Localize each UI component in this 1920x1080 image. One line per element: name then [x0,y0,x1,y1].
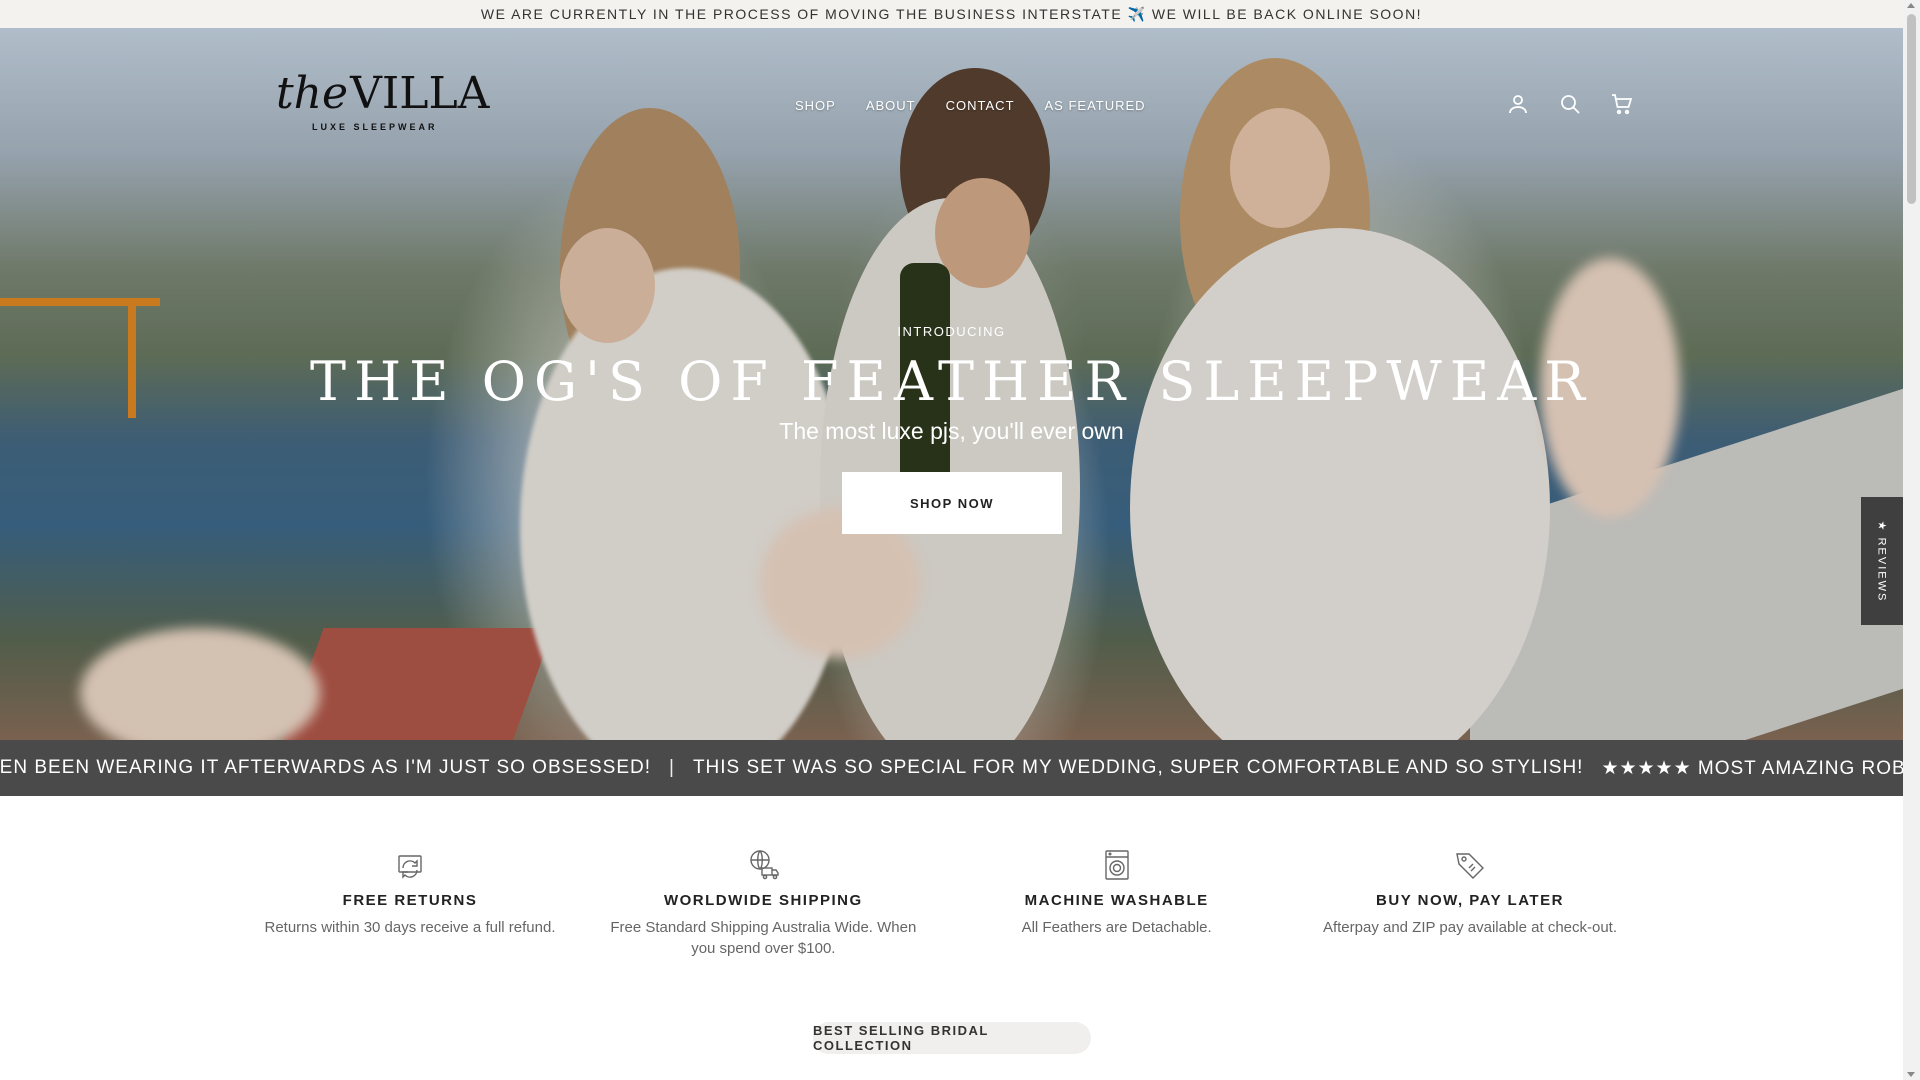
scrollbar-thumb[interactable] [1907,14,1916,204]
returns-icon [393,848,427,882]
cart-icon[interactable] [1610,92,1634,116]
scroll-down-icon[interactable] [1907,1072,1915,1077]
reviews-ticker: VEN BEEN WEARING IT AFTERWARDS AS I'M JU… [0,740,1903,796]
feature-title: WORLDWIDE SHIPPING [663,892,863,909]
main-nav: SHOP ABOUT CONTACT AS FEATURED [795,98,1146,113]
scroll-up-icon[interactable] [1907,3,1915,8]
announcement-bar: WE ARE CURRENTLY IN THE PROCESS OF MOVIN… [0,0,1903,28]
nav-contact[interactable]: CONTACT [946,98,1015,113]
features-row: FREE RETURNS Returns within 30 days rece… [250,848,1630,959]
header-icons [1506,92,1634,116]
account-icon[interactable] [1506,92,1530,116]
feature-title: FREE RETURNS [342,892,478,909]
feature-title: MACHINE WASHABLE [1024,892,1209,909]
ticker-track: VEN BEEN WEARING IT AFTERWARDS AS I'M JU… [0,757,1903,780]
announcement-text: WE ARE CURRENTLY IN THE PROCESS OF MOVIN… [480,5,1423,22]
feature-desc: All Feathers are Detachable. [1021,919,1212,936]
nav-about[interactable]: ABOUT [866,98,916,113]
best-selling-bridal-collection-tab[interactable]: BEST SELLING BRIDAL COLLECTION [813,1022,1091,1054]
price-tag-icon [1453,848,1487,882]
nav-as-featured[interactable]: AS FEATURED [1045,98,1146,113]
hero-banner: theVILLA LUXE SLEEPWEAR SHOP ABOUT CONTA… [0,28,1903,740]
page-scrollbar[interactable] [1903,0,1920,1080]
hero-headline: THE OG'S OF FEATHER SLEEPWEAR [310,350,1593,413]
reviews-tab-label: ★ REVIEWS [1875,520,1888,602]
logo-tagline: LUXE SLEEPWEAR [312,122,438,132]
feature-free-returns: FREE RETURNS Returns within 30 days rece… [250,848,570,959]
search-icon[interactable] [1558,92,1582,116]
feature-buy-now-pay-later: BUY NOW, PAY LATER Afterpay and ZIP pay … [1310,848,1630,959]
ticker-item: THIS SET WAS SO SPECIAL FOR MY WEDDING, … [692,756,1584,778]
logo-wordmark: theVILLA [276,72,489,116]
nav-shop[interactable]: SHOP [795,98,836,113]
washing-machine-icon [1100,848,1134,882]
site-logo[interactable]: theVILLA LUXE SLEEPWEAR [276,72,489,138]
reviews-tab[interactable]: ★ REVIEWS [1861,497,1903,625]
feature-worldwide-shipping: WORLDWIDE SHIPPING Free Standard Shippin… [603,848,923,959]
ticker-item: ★★★★★ MOST AMAZING ROBE I HAVE EVE [1601,757,1903,779]
feature-desc: Returns within 30 days receive a full re… [264,919,556,936]
hero-subhead: The most luxe pjs, you'll ever own [779,418,1124,444]
feature-desc: Afterpay and ZIP pay available at check-… [1322,919,1618,936]
ticker-item: VEN BEEN WEARING IT AFTERWARDS AS I'M JU… [0,756,651,778]
feature-machine-washable: MACHINE WASHABLE All Feathers are Detach… [957,848,1277,959]
hero-intro: INTRODUCING [897,324,1006,339]
feature-title: BUY NOW, PAY LATER [1376,892,1564,909]
ticker-separator: | [669,756,675,778]
shipping-truck-icon [746,848,780,882]
logo-main: VILLA [350,68,490,119]
feature-desc: Free Standard Shipping Australia Wide. W… [610,919,917,957]
shop-now-button[interactable]: SHOP NOW [842,472,1062,534]
logo-script: the [276,68,349,119]
